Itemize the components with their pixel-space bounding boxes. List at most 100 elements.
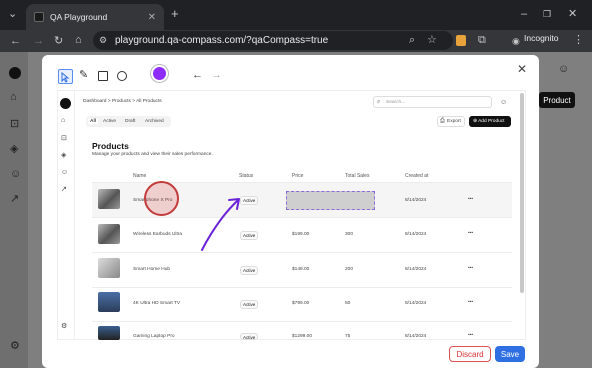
redo-icon[interactable]: → <box>211 70 222 81</box>
tab-close-icon[interactable]: ✕ <box>148 12 156 23</box>
row-divider <box>92 321 512 322</box>
product-name: 4K Ultra HD Smart TV <box>133 301 181 306</box>
row-divider <box>92 217 512 218</box>
product-sales: 50 <box>345 301 351 306</box>
search-icon: ⌕ <box>377 99 381 105</box>
discard-label: Discard <box>456 349 484 359</box>
dashboard-settings-icon: ⚙ <box>61 323 68 330</box>
bg-add-product-label: Product <box>543 95 571 105</box>
product-image <box>98 258 120 278</box>
incognito-icon: ◉ <box>512 36 520 46</box>
product-name: Wireless Earbuds Ultra <box>133 232 183 237</box>
home-nav-icon[interactable]: ⌂ <box>10 92 17 103</box>
reload-icon[interactable]: ↻ <box>54 36 63 47</box>
status-badge: Active <box>240 300 259 309</box>
breadcrumb-products: Products <box>111 99 131 104</box>
home-icon[interactable]: ⌂ <box>75 35 82 46</box>
site-info-icon[interactable]: ⚙ <box>99 35 107 46</box>
cursor-icon <box>61 71 70 83</box>
filter-tab-archived: Archived <box>145 119 164 124</box>
package-nav-icon[interactable]: ◈ <box>10 144 18 155</box>
arrow-annotation[interactable] <box>196 192 244 254</box>
pen-tool-icon[interactable]: ✎ <box>79 70 88 81</box>
dashboard-cart-icon: ⊡ <box>61 135 67 142</box>
save-label: Save <box>500 349 520 359</box>
select-tool-button[interactable] <box>58 69 73 84</box>
product-name: Gaming Laptop Pro <box>133 334 175 339</box>
dashboard-home-icon: ⌂ <box>61 117 66 124</box>
export-label: Export <box>447 119 461 124</box>
product-price: $1299.00 <box>292 334 313 339</box>
row-menu-icon: ••• <box>468 333 474 338</box>
column-header-created-at: Created at <box>405 173 429 179</box>
created-date: 8/14/2024 <box>405 334 427 339</box>
extension-icon[interactable] <box>456 35 466 46</box>
breadcrumb-dashboard: Dashboard <box>83 99 107 104</box>
tab-search-icon[interactable]: ⌄ <box>8 9 17 20</box>
dashboard-user-icon: ☺ <box>500 99 508 106</box>
created-date: 8/14/2024 <box>405 232 427 237</box>
undo-icon[interactable]: ← <box>192 70 203 81</box>
product-price: $149.00 <box>292 267 310 272</box>
color-picker-button[interactable] <box>153 67 166 80</box>
window-close-icon[interactable]: ✕ <box>568 9 577 20</box>
modal-close-icon[interactable]: ✕ <box>517 62 527 76</box>
search-input: ⌕ Search... <box>373 96 492 108</box>
status-badge: Active <box>240 333 259 340</box>
forward-icon[interactable]: → <box>33 36 44 47</box>
save-button[interactable]: Save <box>495 346 525 362</box>
product-image <box>98 189 120 209</box>
export-icon: ⎙ <box>440 118 445 124</box>
product-image <box>98 326 120 340</box>
canvas-scrollbar[interactable] <box>520 93 524 293</box>
dashboard-analytics-icon: ↗ <box>61 186 67 193</box>
product-image <box>98 292 120 312</box>
address-bar[interactable]: ⚙ playground.qa-compass.com/?qaCompass=t… <box>93 31 453 50</box>
analytics-nav-icon[interactable]: ↗ <box>10 194 19 205</box>
row-menu-icon: ••• <box>468 300 474 305</box>
product-price: $799.00 <box>292 301 310 306</box>
zoom-icon[interactable]: ⌕ <box>409 35 415 46</box>
breadcrumb: Dashboard > Products > All Products <box>83 99 162 104</box>
redaction-rectangle-annotation[interactable] <box>286 191 375 210</box>
row-divider <box>92 252 512 253</box>
discard-button[interactable]: Discard <box>449 346 491 362</box>
browser-menu-icon[interactable]: ⋮ <box>573 35 584 46</box>
search-placeholder: Search... <box>386 100 406 105</box>
dashboard-sidebar: ⌂ ⊡ ◈ ☺ ↗ ⚙ <box>57 90 75 340</box>
dashboard-users-icon: ☺ <box>61 169 69 176</box>
circle-annotation[interactable] <box>144 181 179 216</box>
tab-title: QA Playground <box>50 12 108 22</box>
dashboard-logo-icon <box>60 98 71 109</box>
filter-tabs: All Active Draft Archived <box>86 116 171 127</box>
back-icon[interactable]: ← <box>10 36 21 47</box>
new-tab-icon[interactable]: + <box>171 7 179 20</box>
rectangle-tool-icon[interactable] <box>98 71 108 81</box>
url-text: playground.qa-compass.com/?qaCompass=tru… <box>115 35 329 46</box>
logo-icon <box>9 67 21 79</box>
filter-tab-active: Active <box>103 119 117 124</box>
cart-nav-icon[interactable]: ⊡ <box>10 119 19 130</box>
dashboard-package-icon: ◈ <box>61 152 67 159</box>
settings-nav-icon[interactable]: ⚙ <box>10 341 20 352</box>
column-header-name: Name <box>133 173 147 179</box>
app-sidebar: ⌂ ⊡ ◈ ☺ ↗ ⚙ <box>0 52 28 368</box>
column-header-price: Price <box>292 173 304 179</box>
created-date: 8/14/2024 <box>405 267 427 272</box>
product-name: Smart Home Hub <box>133 267 171 272</box>
export-button: ⎙ Export <box>437 116 465 127</box>
minimize-icon[interactable]: – <box>521 9 527 20</box>
extensions-puzzle-icon[interactable]: ⧉ <box>478 35 486 46</box>
browser-tab[interactable]: QA Playground ✕ <box>26 4 164 30</box>
users-nav-icon[interactable]: ☺ <box>10 169 21 180</box>
row-divider <box>92 287 512 288</box>
bookmark-star-icon[interactable]: ☆ <box>427 35 437 46</box>
product-sales: 200 <box>345 267 354 272</box>
column-header-status: Status <box>239 173 254 179</box>
circle-tool-icon[interactable] <box>117 71 127 81</box>
bg-user-icon: ☺ <box>558 63 570 75</box>
favicon-icon <box>34 12 44 22</box>
product-sales: 75 <box>345 334 351 339</box>
row-menu-icon: ••• <box>468 266 474 271</box>
restore-icon[interactable]: ❐ <box>543 9 551 20</box>
